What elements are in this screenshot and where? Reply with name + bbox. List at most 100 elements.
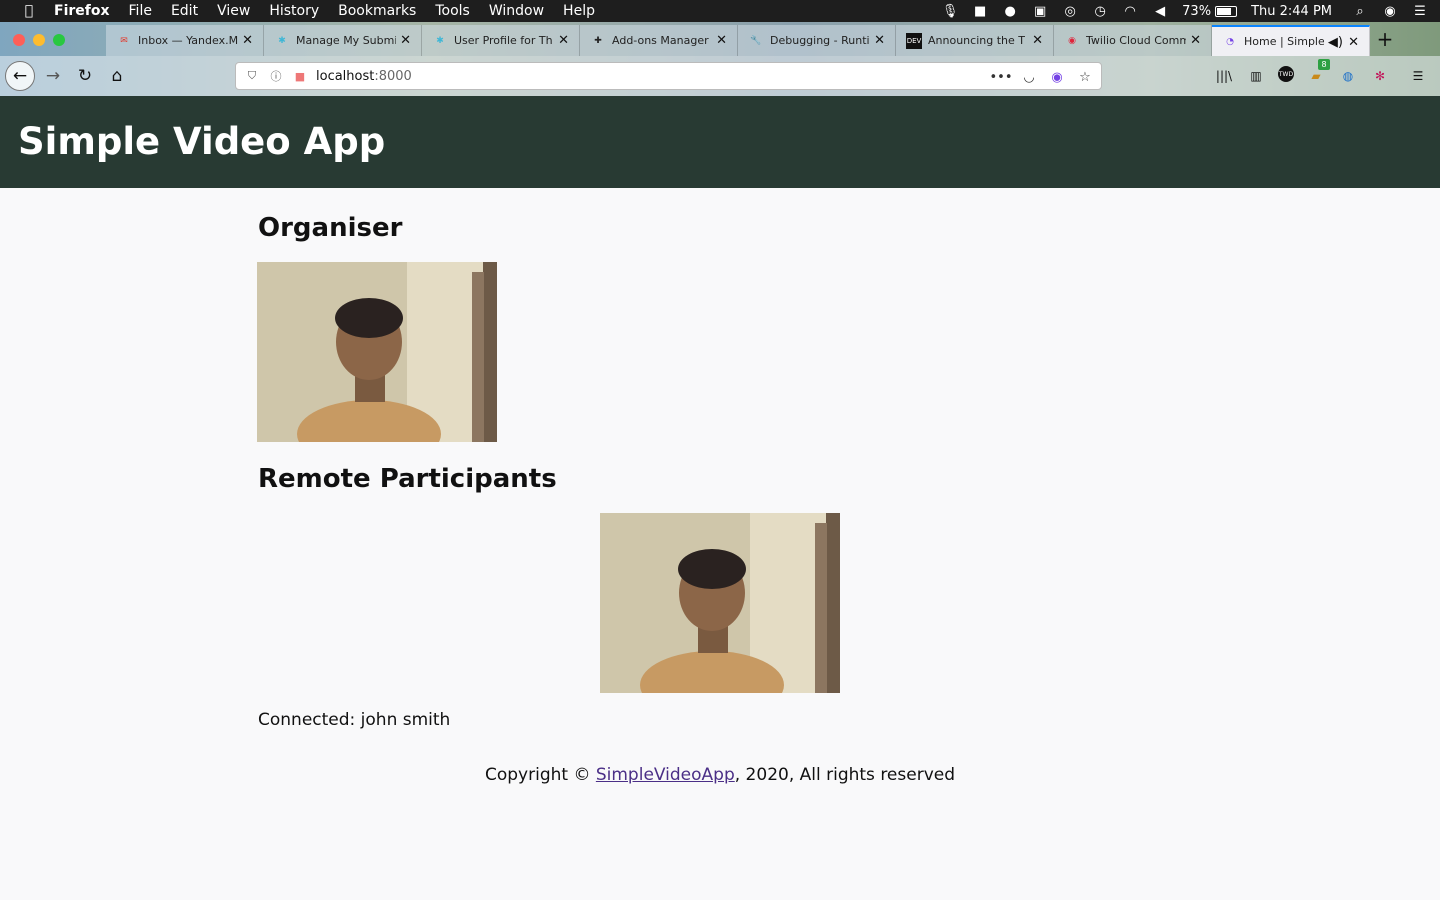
organiser-video — [257, 262, 497, 442]
home-button[interactable]: ⌂ — [104, 63, 130, 89]
globe-icon: ◔ — [1226, 36, 1234, 47]
tab-title: Twilio Cloud Comm — [1086, 34, 1186, 47]
footer-rights: , 2020, All rights reserved — [734, 765, 956, 785]
url-actions: ••• ◡ ◉ ☆ — [983, 68, 1095, 86]
camera-icon[interactable]: ■ — [972, 4, 988, 19]
camera-permission-icon[interactable]: ■ — [292, 68, 308, 84]
organiser-heading: Organiser — [258, 213, 403, 243]
forward-button[interactable]: → — [40, 63, 66, 89]
menu-help[interactable]: Help — [563, 3, 595, 19]
menu-view[interactable]: View — [217, 3, 250, 19]
tab-title: Debugging - Runtime — [770, 34, 870, 47]
toolbar-icons: |||\ ▥ TWD ▰ 8 ◍ ✻ ☰ — [1214, 59, 1440, 86]
globe-extension-icon[interactable]: ◍ — [1338, 66, 1358, 86]
extension-icon: ✚ — [594, 35, 602, 46]
remote-participants-heading: Remote Participants — [258, 464, 557, 494]
tab-close-icon[interactable]: ✕ — [242, 33, 253, 48]
page-content: Simple Video App Organiser Remote Partic… — [0, 96, 1440, 900]
menu-window[interactable]: Window — [489, 3, 544, 19]
back-button[interactable]: ← — [5, 61, 35, 91]
spotlight-search-icon[interactable]: ⌕ — [1352, 4, 1368, 19]
wrench-icon: 🔧 — [750, 35, 762, 46]
menu-tools[interactable]: Tools — [435, 3, 470, 19]
twd-extension-icon[interactable]: TWD — [1278, 66, 1294, 82]
window-minimize-button[interactable] — [33, 34, 45, 46]
footer-copyright: Copyright © — [484, 765, 596, 785]
volume-icon[interactable]: ◀ — [1152, 4, 1168, 19]
page-actions-icon[interactable]: ••• — [990, 68, 1013, 86]
extension-page-icon[interactable]: ◉ — [1047, 68, 1067, 86]
tab-yandex-mail[interactable]: ✉ Inbox — Yandex.Mail ✕ — [106, 25, 264, 56]
tab-title: Inbox — Yandex.Mail — [138, 34, 238, 47]
webcam-feed-figure — [600, 513, 840, 693]
tab-title: Home | Simple — [1244, 35, 1324, 48]
creative-cloud-icon[interactable]: ◎ — [1062, 4, 1078, 19]
tab-close-icon[interactable]: ✕ — [1348, 35, 1359, 50]
url-port: :8000 — [374, 68, 412, 84]
menu-app-name[interactable]: Firefox — [54, 3, 110, 19]
tab-close-icon[interactable]: ✕ — [874, 33, 885, 48]
pocket-icon[interactable]: ◡ — [1019, 68, 1039, 86]
tab-title: Manage My Submissions — [296, 34, 396, 47]
battery-icon[interactable] — [1215, 5, 1238, 17]
sidebar-icon[interactable]: ▥ — [1246, 66, 1266, 86]
menu-bookmarks[interactable]: Bookmarks — [338, 3, 416, 19]
dev-icon: DEV — [906, 32, 922, 49]
tab-close-icon[interactable]: ✕ — [558, 33, 569, 48]
tab-manage-submissions[interactable]: ✱ Manage My Submissions ✕ — [264, 25, 422, 56]
tab-strip: ✉ Inbox — Yandex.Mail ✕ ✱ Manage My Subm… — [0, 22, 1440, 56]
library-icon[interactable]: |||\ — [1214, 66, 1234, 86]
puzzle-icon: ✱ — [436, 35, 444, 46]
notification-center-icon[interactable]: ☰ — [1412, 4, 1428, 19]
new-tab-button[interactable]: + — [1374, 28, 1396, 50]
apple-menu-icon[interactable]:  — [20, 3, 38, 19]
bug-extension-icon[interactable]: ✻ — [1370, 66, 1390, 86]
window-close-button[interactable] — [13, 34, 25, 46]
site-info-icon[interactable]: ⓘ — [268, 68, 284, 84]
tab-title: Add-ons Manager — [612, 34, 709, 47]
url-bar[interactable]: ⛉ ⓘ ■ localhost:8000 ••• ◡ ◉ ☆ — [235, 62, 1102, 90]
footer-link[interactable]: SimpleVideoApp — [596, 765, 735, 785]
tab-close-icon[interactable]: ✕ — [400, 33, 411, 48]
microphone-icon[interactable]: 🎙 — [942, 4, 959, 19]
reload-button[interactable]: ↻ — [72, 63, 98, 89]
tab-home-simple-active[interactable]: ◔ Home | Simple ◀) ✕ — [1212, 25, 1370, 56]
url-text[interactable]: localhost:8000 — [316, 69, 412, 84]
menubar-status-area: 🎙 ■ ● ▣ ◎ ◷ ◠ ◀ 73% Thu 2:44 PM ⌕ ◉ ☰ — [942, 0, 1440, 22]
macos-menubar:  Firefox File Edit View History Bookmar… — [0, 0, 1440, 22]
connection-status: Connected: john smith — [258, 710, 451, 730]
bookmark-star-icon[interactable]: ☆ — [1075, 68, 1095, 86]
siri-icon[interactable]: ◉ — [1382, 4, 1398, 19]
menu-file[interactable]: File — [129, 3, 152, 19]
tab-audio-icon[interactable]: ◀) — [1328, 35, 1343, 50]
time-machine-icon[interactable]: ◷ — [1092, 4, 1108, 19]
remote-participant-video — [600, 513, 840, 693]
menubar-clock[interactable]: Thu 2:44 PM — [1251, 4, 1332, 19]
footer: Copyright © SimpleVideoApp, 2020, All ri… — [0, 765, 1440, 785]
extension-badge-icon[interactable]: ▰ 8 — [1306, 59, 1330, 86]
browser-chrome: ✉ Inbox — Yandex.Mail ✕ ✱ Manage My Subm… — [0, 22, 1440, 96]
tab-title: User Profile for Th — [454, 34, 553, 47]
menu-history[interactable]: History — [269, 3, 319, 19]
window-zoom-button[interactable] — [53, 34, 65, 46]
mail-icon: ✉ — [120, 35, 128, 46]
tab-close-icon[interactable]: ✕ — [716, 33, 727, 48]
menu-edit[interactable]: Edit — [171, 3, 198, 19]
tracking-shield-icon[interactable]: ⛉ — [244, 68, 260, 84]
tab-twilio[interactable]: ◉ Twilio Cloud Comm ✕ — [1054, 25, 1212, 56]
tab-close-icon[interactable]: ✕ — [1190, 33, 1201, 48]
puzzle-icon: ✱ — [278, 35, 286, 46]
tab-user-profile[interactable]: ✱ User Profile for Th ✕ — [422, 25, 580, 56]
docker-icon[interactable]: ▣ — [1032, 4, 1048, 19]
tab-dev-announcing[interactable]: DEV Announcing the T ✕ — [896, 25, 1054, 56]
tab-addons-manager[interactable]: ✚ Add-ons Manager ✕ — [580, 25, 738, 56]
hamburger-menu-icon[interactable]: ☰ — [1408, 66, 1428, 86]
tab-close-icon[interactable]: ✕ — [1032, 33, 1043, 48]
battery-percent: 73% — [1182, 3, 1212, 19]
check-circle-icon[interactable]: ● — [1002, 4, 1018, 19]
extension-badge-count: 8 — [1318, 59, 1330, 70]
site-title: Simple Video App — [18, 120, 386, 163]
wifi-icon[interactable]: ◠ — [1122, 4, 1138, 19]
tab-title: Announcing the T — [928, 34, 1025, 47]
tab-debugging[interactable]: 🔧 Debugging - Runtime ✕ — [738, 25, 896, 56]
